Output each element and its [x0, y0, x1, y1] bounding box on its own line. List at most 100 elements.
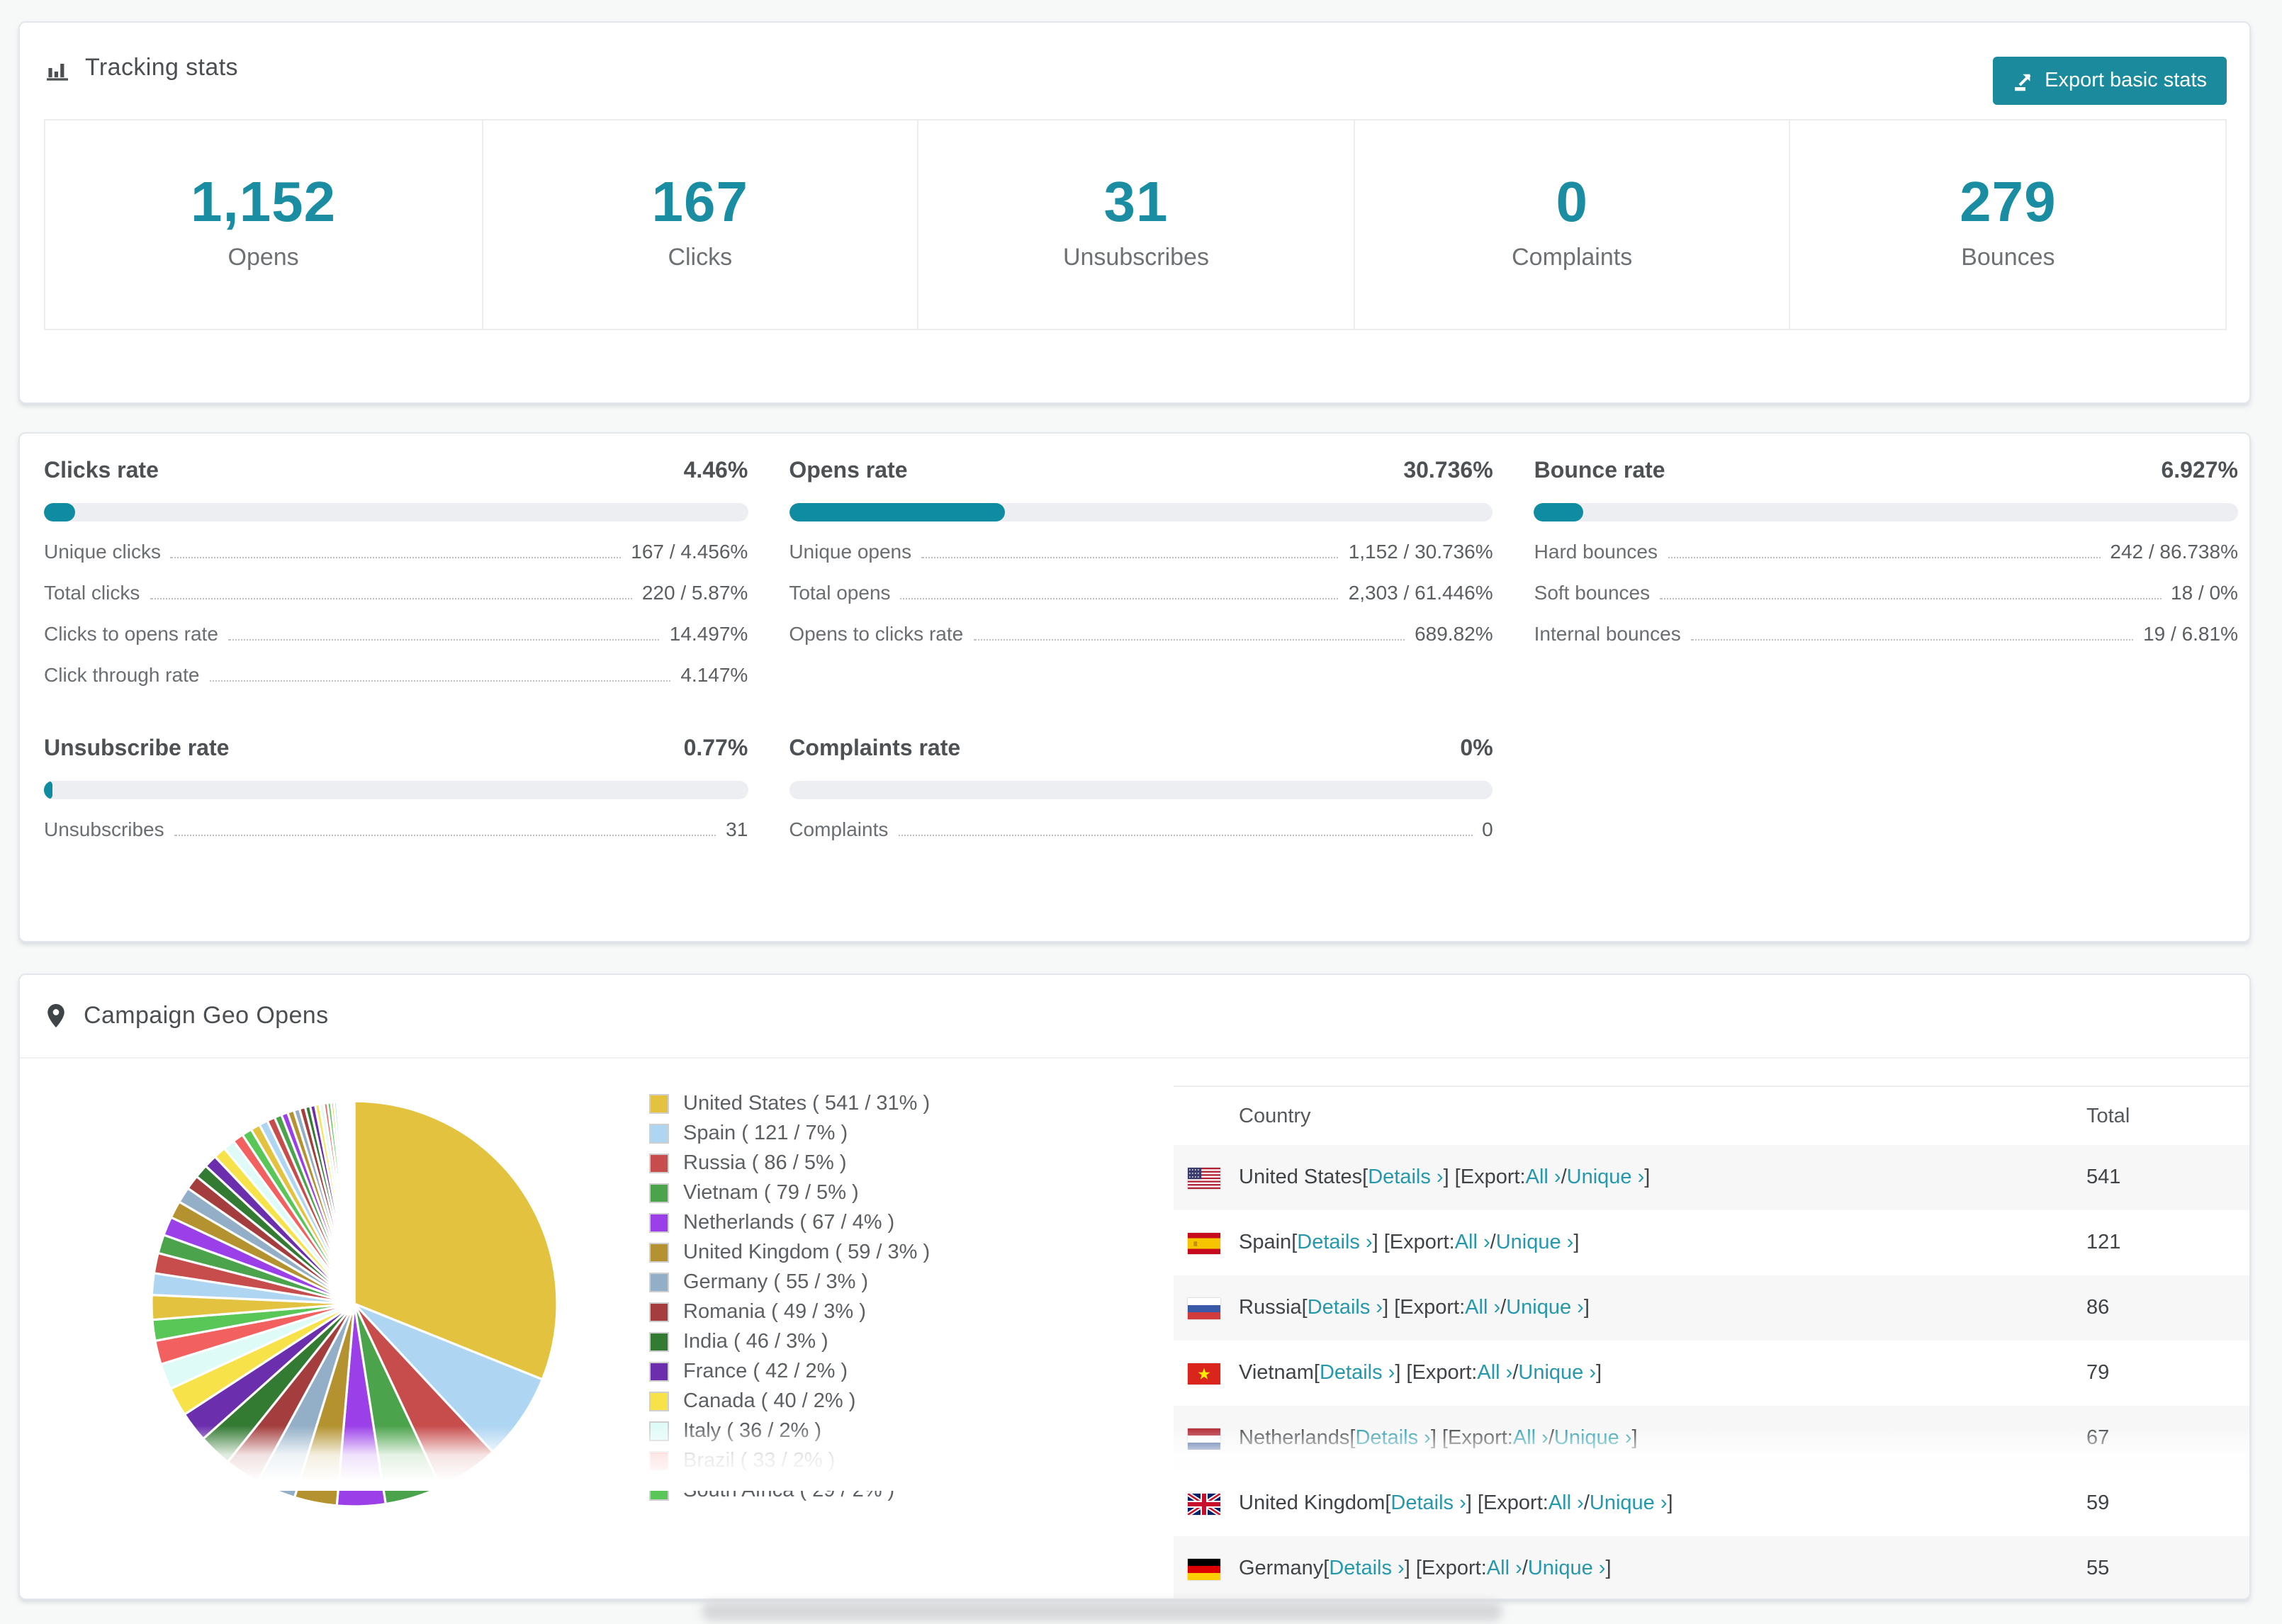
page-title: Tracking stats	[85, 54, 238, 81]
column-header-total: Total	[2086, 1105, 2130, 1127]
rate-row-label: Click through rate	[44, 663, 200, 686]
export-all-link[interactable]: All ›	[1548, 1492, 1584, 1515]
country-cell: United Kingdom [Details ›] [Export: All …	[1174, 1492, 2086, 1515]
export-all-link[interactable]: All ›	[1477, 1362, 1512, 1385]
export-unique-link[interactable]: Unique ›	[1590, 1492, 1668, 1515]
export-all-link[interactable]: All ›	[1487, 1557, 1522, 1580]
details-link[interactable]: Details ›	[1297, 1231, 1372, 1254]
table-row: United States [Details ›] [Export: All ›…	[1174, 1145, 2249, 1210]
summary-stat-cell: 0 Complaints	[1353, 120, 1789, 329]
dotted-leader	[900, 597, 1339, 599]
rate-percent: 6.927%	[2161, 459, 2238, 483]
rate-row-value: 1,152 / 30.736%	[1348, 540, 1493, 563]
rate-panel-header: Clicks rate 4.46%	[44, 459, 748, 485]
table-row: United Kingdom [Details ›] [Export: All …	[1174, 1471, 2249, 1536]
rates-card: Clicks rate 4.46% Unique clicks 167 / 4.456…	[18, 432, 2251, 942]
legend-swatch	[649, 1480, 669, 1500]
rate-row-label: Opens to clicks rate	[789, 622, 964, 645]
geo-header: Campaign Geo Opens	[20, 975, 2249, 1059]
summary-stat-label: Clicks	[668, 244, 733, 271]
legend-label: Italy ( 36 / 2% )	[683, 1419, 822, 1442]
country-cell: Vietnam [Details ›] [Export: All › / Uni…	[1174, 1362, 2086, 1385]
rate-percent: 0%	[1460, 737, 1493, 761]
rate-row-label: Complaints	[789, 818, 889, 840]
country-name: Spain	[1239, 1231, 1292, 1254]
summary-stat-cell: 31 Unsubscribes	[917, 120, 1354, 329]
rate-row-value: 242 / 86.738%	[2110, 540, 2238, 563]
country-flag-us	[1188, 1167, 1220, 1188]
legend-swatch	[649, 1391, 669, 1411]
rate-panel-header: Unsubscribe rate 0.77%	[44, 737, 748, 762]
export-all-link[interactable]: All ›	[1455, 1231, 1490, 1254]
horizontal-scrollbar-thumb[interactable]	[702, 1601, 1502, 1621]
export-unique-link[interactable]: Unique ›	[1506, 1297, 1584, 1319]
summary-stat-label: Bounces	[1961, 244, 2055, 271]
dotted-leader	[973, 638, 1405, 641]
table-row: Vietnam [Details ›] [Export: All › / Uni…	[1174, 1341, 2249, 1406]
country-total: 55	[2086, 1557, 2110, 1580]
rate-progress-bar	[789, 503, 1493, 521]
legend-item: Brazil ( 33 / 2% )	[649, 1445, 930, 1475]
rate-progress-fill	[789, 503, 1006, 521]
legend-swatch	[649, 1212, 669, 1232]
export-unique-link[interactable]: Unique ›	[1554, 1427, 1632, 1450]
rate-progress-fill	[1534, 503, 1583, 521]
rate-row-label: Total opens	[789, 581, 891, 604]
country-name: Netherlands	[1239, 1427, 1350, 1450]
export-basic-stats-button[interactable]: Export basic stats	[1992, 57, 2227, 105]
details-link[interactable]: Details ›	[1355, 1427, 1430, 1450]
country-name: Russia	[1239, 1297, 1302, 1319]
legend-label: United States ( 541 / 31% )	[683, 1092, 931, 1115]
geo-table-header: Country Total	[1174, 1087, 2249, 1145]
dotted-leader	[174, 833, 716, 836]
tracking-stats-header: Tracking stats	[20, 23, 2249, 82]
legend-label: Netherlands ( 67 / 4% )	[683, 1211, 895, 1234]
details-link[interactable]: Details ›	[1390, 1492, 1466, 1515]
summary-stat-label: Unsubscribes	[1062, 244, 1209, 271]
export-unique-link[interactable]: Unique ›	[1528, 1557, 1606, 1580]
rate-progress-bar	[44, 781, 748, 799]
rate-row-label: Unsubscribes	[44, 818, 164, 840]
legend-swatch	[649, 1093, 669, 1113]
details-link[interactable]: Details ›	[1308, 1297, 1383, 1319]
country-flag-de	[1188, 1558, 1220, 1579]
export-all-link[interactable]: All ›	[1465, 1297, 1500, 1319]
rate-percent: 30.736%	[1403, 459, 1493, 483]
rate-row-value: 18 / 0%	[2171, 581, 2238, 604]
export-all-link[interactable]: All ›	[1513, 1427, 1548, 1450]
details-link[interactable]: Details ›	[1329, 1557, 1404, 1580]
export-unique-link[interactable]: Unique ›	[1496, 1231, 1574, 1254]
export-all-link[interactable]: All ›	[1526, 1166, 1561, 1189]
summary-stat-label: Opens	[227, 244, 299, 271]
legend-item: Netherlands ( 67 / 4% )	[649, 1207, 930, 1237]
details-link[interactable]: Details ›	[1320, 1362, 1395, 1385]
country-total: 541	[2086, 1166, 2121, 1189]
legend-item: Vietnam ( 79 / 5% )	[649, 1178, 930, 1207]
country-cell: Russia [Details ›] [Export: All › / Uniq…	[1174, 1297, 2086, 1319]
summary-stat-value: 1,152	[190, 171, 337, 234]
country-total: 59	[2086, 1492, 2110, 1515]
legend-item: Russia ( 86 / 5% )	[649, 1148, 930, 1178]
export-unique-link[interactable]: Unique ›	[1518, 1362, 1596, 1385]
summary-stat-cell: 167 Clicks	[481, 120, 918, 329]
country-flag-nl	[1188, 1428, 1220, 1449]
rate-row: Total opens 2,303 / 61.446%	[789, 581, 1493, 604]
page: Tracking stats Export basic stats 1,152 O…	[0, 0, 2282, 1624]
details-link[interactable]: Details ›	[1368, 1166, 1443, 1189]
bar-chart-icon	[44, 55, 71, 81]
rate-percent: 0.77%	[683, 737, 748, 761]
country-flag-es	[1188, 1232, 1220, 1253]
country-name: United Kingdom	[1239, 1492, 1386, 1515]
rate-row: Internal bounces 19 / 6.81%	[1534, 622, 2238, 645]
legend-item: Italy ( 36 / 2% )	[649, 1416, 930, 1445]
rate-progress-fill	[44, 503, 76, 521]
export-unique-link[interactable]: Unique ›	[1567, 1166, 1645, 1189]
legend-label: Romania ( 49 / 3% )	[683, 1300, 866, 1323]
summary-stat-value: 279	[1960, 171, 2057, 234]
rate-row: Soft bounces 18 / 0%	[1534, 581, 2238, 604]
country-total: 67	[2086, 1427, 2110, 1450]
rate-row-label: Total clicks	[44, 581, 140, 604]
rate-row-value: 4.147%	[680, 663, 748, 686]
legend-label: Spain ( 121 / 7% )	[683, 1122, 848, 1144]
rate-panel-header: Opens rate 30.736%	[789, 459, 1493, 485]
